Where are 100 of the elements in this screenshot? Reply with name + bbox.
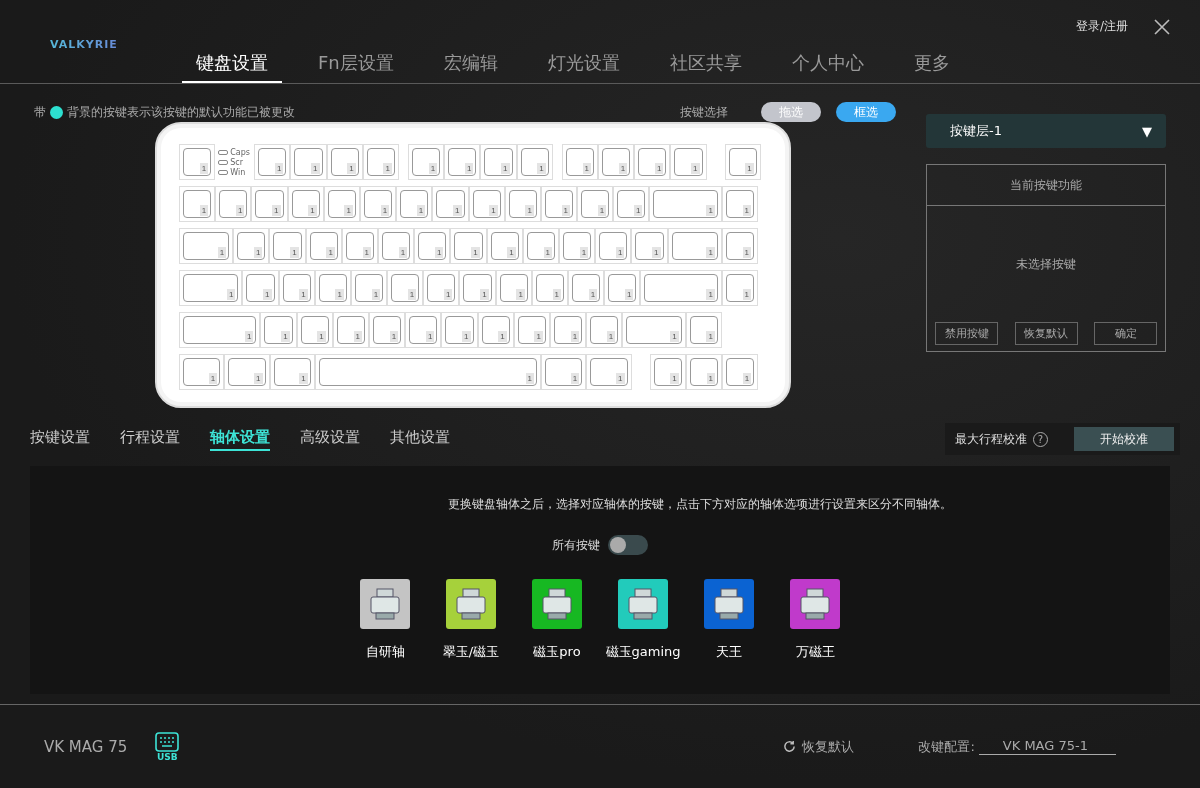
keyboard-key[interactable]: 1	[363, 190, 393, 218]
panel-button[interactable]: 确定	[1094, 322, 1157, 345]
keyboard-key[interactable]: 1	[617, 190, 646, 218]
keyboard-key[interactable]: 1	[354, 274, 384, 302]
login-link[interactable]: 登录/注册	[1075, 18, 1128, 36]
keyboard-key[interactable]: 1	[626, 316, 682, 344]
settings-tab[interactable]: 行程设置	[120, 427, 180, 451]
restore-default-button[interactable]: 恢复默认	[777, 736, 861, 757]
keyboard-key[interactable]: 1	[318, 358, 537, 386]
settings-tab[interactable]: 其他设置	[390, 427, 450, 451]
keyboard-key[interactable]: 1	[300, 316, 329, 344]
switch-option[interactable]: 磁玉pro	[514, 579, 600, 661]
keyboard-key[interactable]: 1	[728, 148, 757, 176]
keyboard-key[interactable]: 1	[725, 358, 755, 386]
switch-option[interactable]: 万磁王	[772, 579, 858, 661]
settings-tab[interactable]: 按键设置	[30, 427, 90, 451]
keyboard-key[interactable]: 1	[499, 274, 528, 302]
keyboard-key[interactable]: 1	[463, 274, 492, 302]
keyboard-key[interactable]: 1	[448, 148, 477, 176]
keyboard-key[interactable]: 1	[273, 358, 311, 386]
keyboard-key[interactable]: 1	[382, 232, 411, 260]
keyboard-key[interactable]: 1	[545, 358, 583, 386]
keyboard-key[interactable]: 1	[183, 148, 212, 176]
switch-option[interactable]: 天王	[686, 579, 772, 661]
keyboard-key[interactable]: 1	[445, 316, 474, 344]
keyboard-key[interactable]: 1	[183, 232, 230, 260]
keyboard-key[interactable]: 1	[255, 190, 284, 218]
keyboard-key[interactable]: 1	[409, 316, 438, 344]
keyboard-key[interactable]: 1	[517, 316, 546, 344]
keyboard-key[interactable]: 1	[219, 190, 248, 218]
keyboard-key[interactable]: 1	[544, 190, 574, 218]
panel-button[interactable]: 禁用按键	[935, 322, 998, 345]
keyboard-key[interactable]: 1	[246, 274, 275, 302]
keyboard-key[interactable]: 1	[366, 148, 395, 176]
settings-tab[interactable]: 轴体设置	[210, 427, 270, 451]
keyboard-key[interactable]: 1	[581, 190, 610, 218]
keyboard-key[interactable]: 1	[565, 148, 594, 176]
keyboard-key[interactable]: 1	[635, 232, 664, 260]
calibrate-button[interactable]: 开始校准	[1074, 427, 1174, 451]
keyboard-key[interactable]: 1	[291, 190, 320, 218]
keyboard-key[interactable]: 1	[228, 358, 266, 386]
panel-button[interactable]: 恢复默认	[1014, 322, 1078, 345]
keyboard-key[interactable]: 1	[294, 148, 323, 176]
keyboard-key[interactable]: 1	[336, 316, 365, 344]
keyboard-key[interactable]: 1	[590, 316, 619, 344]
keyboard-key[interactable]: 1	[553, 316, 583, 344]
all-keys-toggle[interactable]	[608, 535, 648, 555]
close-icon[interactable]	[1154, 18, 1170, 35]
nav-tab[interactable]: Fn层设置	[304, 51, 408, 83]
switch-option[interactable]: 翠玉/磁玉	[428, 579, 514, 661]
keyboard-key[interactable]: 1	[484, 148, 513, 176]
nav-tab[interactable]: 个人中心	[777, 51, 878, 83]
keyboard-key[interactable]: 1	[418, 232, 447, 260]
keyboard-key[interactable]: 1	[309, 232, 338, 260]
keyboard-key[interactable]: 1	[601, 148, 631, 176]
keyboard-key[interactable]: 1	[508, 190, 537, 218]
keyboard-key[interactable]: 1	[183, 316, 257, 344]
keyboard-key[interactable]: 1	[526, 232, 555, 260]
keyboard-key[interactable]: 1	[237, 232, 266, 260]
keyboard-key[interactable]: 1	[400, 190, 429, 218]
settings-tab[interactable]: 高级设置	[300, 427, 360, 451]
keyboard-key[interactable]: 1	[454, 232, 483, 260]
keyboard-key[interactable]: 1	[258, 148, 287, 176]
keyboard-key[interactable]: 1	[273, 232, 302, 260]
keyboard-key[interactable]: 1	[490, 232, 519, 260]
keyboard-key[interactable]: 1	[535, 274, 565, 302]
keyboard-key[interactable]: 1	[590, 358, 628, 386]
switch-option[interactable]: 磁玉gaming	[600, 579, 686, 661]
keyboard-key[interactable]: 1	[318, 274, 347, 302]
keyboard-key[interactable]: 1	[689, 316, 718, 344]
keyboard-key[interactable]: 1	[644, 274, 718, 302]
nav-tab[interactable]: 宏编辑	[429, 51, 512, 83]
nav-tab[interactable]: 社区共享	[655, 51, 756, 83]
keyboard-key[interactable]: 1	[671, 232, 718, 260]
keyboard-key[interactable]: 1	[653, 358, 682, 386]
keyboard-key[interactable]: 1	[183, 358, 221, 386]
keyboard-key[interactable]: 1	[725, 232, 755, 260]
keyboard-key[interactable]: 1	[725, 274, 755, 302]
nav-tab[interactable]: 灯光设置	[533, 51, 634, 83]
config-dropdown[interactable]: VK MAG 75-1	[978, 738, 1116, 755]
keyboard-key[interactable]: 1	[391, 274, 420, 302]
keyboard-key[interactable]: 1	[264, 316, 293, 344]
keyboard-key[interactable]: 1	[472, 190, 501, 218]
keyboard-key[interactable]: 1	[520, 148, 549, 176]
keyboard-key[interactable]: 1	[183, 274, 239, 302]
keyboard-key[interactable]: 1	[412, 148, 441, 176]
keyboard-key[interactable]: 1	[282, 274, 311, 302]
keyboard-key[interactable]: 1	[327, 190, 356, 218]
layer-dropdown[interactable]: 按键层-1 ▼	[926, 114, 1166, 148]
keyboard-key[interactable]: 1	[481, 316, 510, 344]
switch-option[interactable]: 自研轴	[342, 579, 428, 661]
nav-tab[interactable]: 更多	[899, 51, 964, 83]
keyboard-key[interactable]: 1	[373, 316, 402, 344]
nav-tab[interactable]: 键盘设置	[182, 51, 282, 83]
keyboard-key[interactable]: 1	[572, 274, 601, 302]
keyboard-key[interactable]: 1	[183, 190, 212, 218]
keyboard-key[interactable]: 1	[427, 274, 456, 302]
keyboard-key[interactable]: 1	[599, 232, 628, 260]
keyboard-key[interactable]: 1	[638, 148, 667, 176]
keyboard-key[interactable]: 1	[608, 274, 637, 302]
